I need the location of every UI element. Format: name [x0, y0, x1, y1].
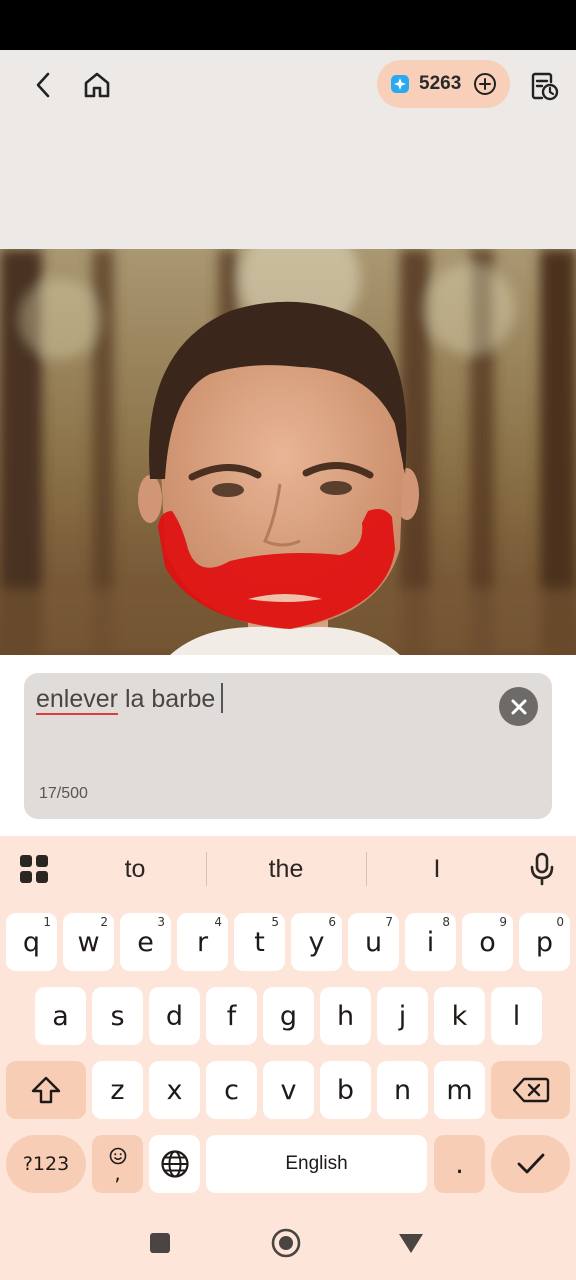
key-z[interactable]: z — [92, 1061, 143, 1119]
key-c[interactable]: c — [206, 1061, 257, 1119]
backspace-icon — [512, 1077, 549, 1103]
shift-key[interactable] — [6, 1061, 86, 1119]
shift-icon — [31, 1076, 61, 1104]
suggestion-2[interactable]: the — [226, 850, 346, 888]
key-j[interactable]: j — [377, 987, 428, 1045]
key-d[interactable]: d — [149, 987, 200, 1045]
close-icon — [511, 699, 526, 714]
key-p[interactable]: p0 — [519, 913, 570, 971]
key-x[interactable]: x — [149, 1061, 200, 1119]
key-i[interactable]: i8 — [405, 913, 456, 971]
diamond-icon — [389, 73, 411, 95]
symbols-key[interactable]: ?123 — [6, 1135, 86, 1193]
key-v[interactable]: v — [263, 1061, 314, 1119]
credits-count: 5263 — [419, 73, 462, 94]
key-s[interactable]: s — [92, 987, 143, 1045]
recents-button[interactable] — [145, 1228, 175, 1258]
key-u[interactable]: u7 — [348, 913, 399, 971]
home-button[interactable] — [74, 63, 120, 107]
triangle-back-icon — [399, 1234, 423, 1253]
credits-pill[interactable]: 5263 — [377, 60, 510, 108]
key-n[interactable]: n — [377, 1061, 428, 1119]
key-l[interactable]: l — [491, 987, 542, 1045]
enter-key[interactable] — [491, 1135, 570, 1193]
chevron-left-icon — [36, 72, 50, 98]
key-o[interactable]: o9 — [462, 913, 513, 971]
key-b[interactable]: b — [320, 1061, 371, 1119]
app-header: 5263 — [0, 50, 576, 249]
globe-icon — [160, 1150, 189, 1178]
square-icon — [150, 1233, 170, 1253]
prompt-word-rest: la barbe — [118, 685, 216, 713]
text-cursor — [221, 683, 224, 713]
suggestion-1[interactable]: to — [75, 850, 195, 888]
back-nav-button[interactable] — [396, 1228, 426, 1258]
key-w[interactable]: w2 — [63, 913, 114, 971]
prompt-word-underlined: enlever — [36, 685, 118, 713]
emoji-comma-key[interactable]: , — [92, 1135, 143, 1193]
space-bar[interactable]: English — [206, 1135, 427, 1193]
prompt-text[interactable]: enlever la barbe — [36, 683, 224, 714]
backspace-key[interactable] — [491, 1061, 570, 1119]
prompt-input[interactable]: enlever la barbe 17/500 — [24, 673, 552, 819]
status-bar — [0, 0, 576, 50]
checkmark-icon — [517, 1153, 544, 1174]
microphone-icon[interactable] — [527, 852, 557, 886]
suggestion-strip: to the I — [0, 836, 576, 902]
key-e[interactable]: e3 — [120, 913, 171, 971]
key-h[interactable]: h — [320, 987, 371, 1045]
history-button[interactable] — [520, 64, 566, 108]
period-key[interactable]: . — [434, 1135, 485, 1193]
photo-preview[interactable] — [0, 249, 576, 655]
key-g[interactable]: g — [263, 987, 314, 1045]
home-nav-button[interactable] — [271, 1228, 301, 1258]
plus-circle-icon[interactable] — [473, 72, 497, 96]
key-a[interactable]: a — [35, 987, 86, 1045]
key-k[interactable]: k — [434, 987, 485, 1045]
suggestion-divider — [366, 852, 367, 886]
keyboard-apps-icon[interactable] — [19, 854, 49, 884]
back-button[interactable] — [22, 63, 66, 107]
suggestion-3[interactable]: I — [377, 850, 497, 888]
suggestion-divider — [206, 852, 207, 886]
prompt-area: enlever la barbe 17/500 — [0, 655, 576, 836]
key-q[interactable]: q1 — [6, 913, 57, 971]
history-icon — [531, 72, 559, 101]
key-m[interactable]: m — [434, 1061, 485, 1119]
system-nav-bar — [0, 1206, 576, 1280]
key-f[interactable]: f — [206, 987, 257, 1045]
clear-button[interactable] — [499, 687, 538, 726]
key-r[interactable]: r4 — [177, 913, 228, 971]
home-icon — [84, 72, 110, 98]
key-t[interactable]: t5 — [234, 913, 285, 971]
circle-home-icon — [271, 1228, 301, 1258]
language-key[interactable] — [149, 1135, 200, 1193]
key-y[interactable]: y6 — [291, 913, 342, 971]
character-counter: 17/500 — [39, 785, 88, 802]
